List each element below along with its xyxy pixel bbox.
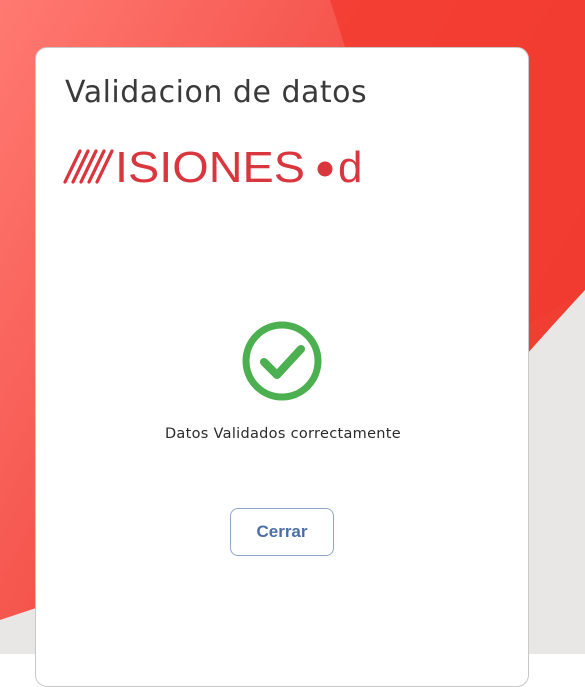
- status-message: Datos Validados correctamente: [164, 426, 402, 442]
- validation-dialog: Validacion de datos ISIONES d Datos Vali…: [35, 47, 529, 687]
- check-circle-icon: [242, 321, 322, 401]
- svg-text:d: d: [338, 145, 362, 187]
- dialog-title: Validacion de datos: [65, 75, 368, 110]
- svg-text:ISIONES: ISIONES: [115, 145, 305, 187]
- close-button[interactable]: Cerrar: [230, 508, 334, 556]
- misiones-logo: ISIONES d: [63, 145, 362, 187]
